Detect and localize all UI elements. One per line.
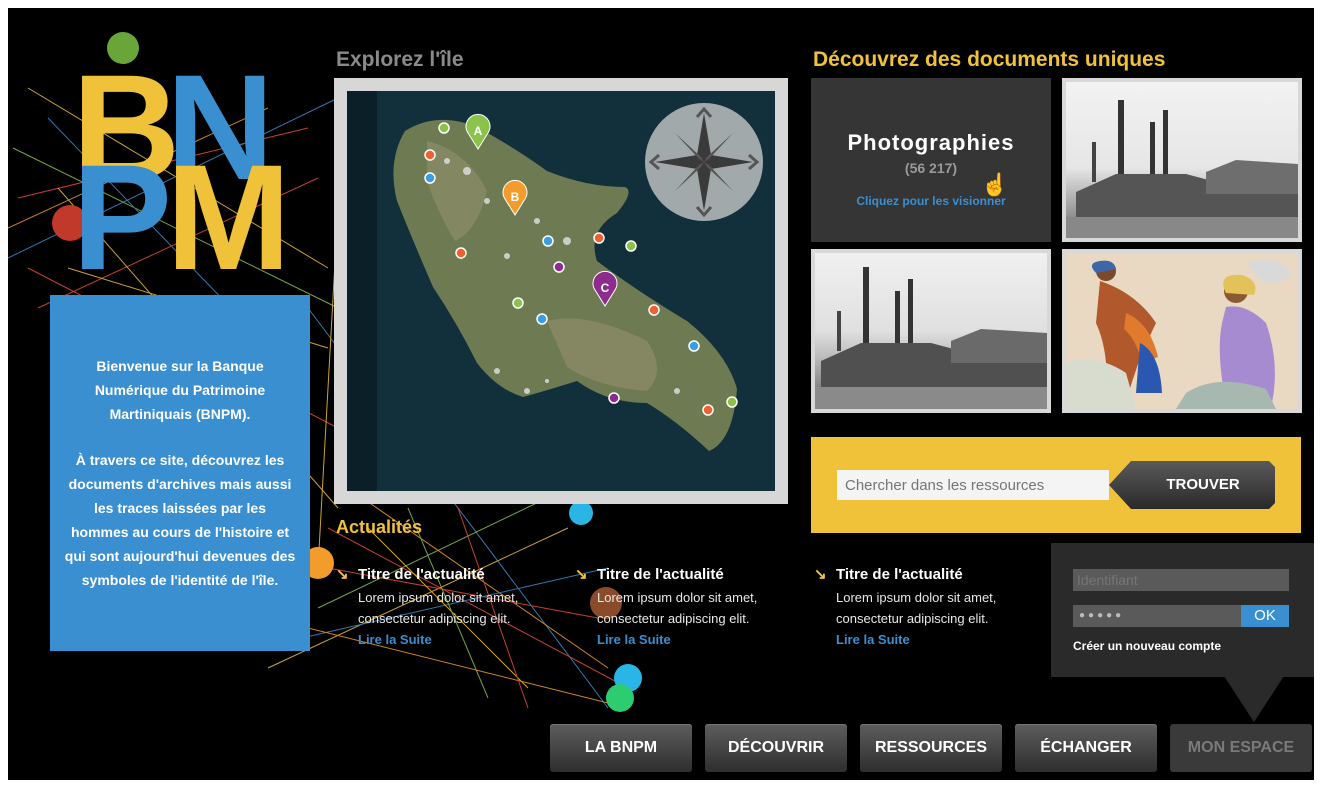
create-account-link[interactable]: Créer un nouveau compte <box>1073 639 1221 653</box>
news-item-1-title[interactable]: Titre de l'actualité <box>358 566 485 583</box>
document-tile-painting[interactable] <box>1062 249 1302 413</box>
compass-rose-icon[interactable] <box>645 103 763 221</box>
factory-photo-2 <box>815 253 1047 409</box>
page-canvas: B N P M Bienvenue sur la Banque Numériqu… <box>8 8 1314 780</box>
factory-photo-1 <box>1066 82 1298 238</box>
news-item-2-title[interactable]: Titre de l'actualité <box>597 566 724 583</box>
logo-letter-m: M <box>166 133 291 301</box>
document-tile-factory-1[interactable] <box>1062 78 1302 242</box>
document-tile-factory-2[interactable] <box>811 249 1051 413</box>
photographies-heading: Photographies <box>847 130 1015 155</box>
welcome-panel: Bienvenue sur la Banque Numérique du Pat… <box>50 295 310 651</box>
login-ok-button[interactable]: OK <box>1241 605 1289 627</box>
painting-women-laundry <box>1066 253 1298 409</box>
search-input[interactable] <box>837 470 1109 500</box>
photographies-cta-link[interactable]: Cliquez pour les visionner <box>811 194 1051 208</box>
explore-title: Explorez l'île <box>336 48 464 71</box>
nav-decouvrir[interactable]: DÉCOUVRIR <box>705 724 847 772</box>
nav-mon-espace[interactable]: MON ESPACE <box>1170 724 1312 772</box>
map-marker-c-label: C <box>601 281 610 295</box>
welcome-paragraph-2: À travers ce site, découvrez les documen… <box>64 452 296 588</box>
photographies-count: (56 217) <box>904 160 958 176</box>
deco-dot-cyan <box>569 501 593 525</box>
welcome-paragraph-1: Bienvenue sur la Banque Numérique du Pat… <box>94 358 266 422</box>
news-item-3-title[interactable]: Titre de l'actualité <box>836 566 963 583</box>
search-panel: TROUVER <box>811 437 1301 533</box>
photographies-tile[interactable]: Photographies (56 217) Cliquez pour les … <box>811 78 1051 242</box>
news-item-2-link[interactable]: Lire la Suite <box>575 629 795 651</box>
news-item-3-body: Lorem ipsum dolor sit amet, consectetur … <box>836 590 997 626</box>
island-map-frame: A B C <box>334 78 788 504</box>
password-field[interactable]: ●●●●● <box>1073 605 1241 627</box>
username-field[interactable] <box>1073 569 1289 591</box>
news-title: Actualités <box>336 517 423 537</box>
logo-letter-p: P <box>72 133 172 301</box>
news-item-1-body: Lorem ipsum dolor sit amet, consectetur … <box>358 590 519 626</box>
news-item-2-body: Lorem ipsum dolor sit amet, consectetur … <box>597 590 758 626</box>
arrow-down-right-icon: ↘ <box>336 566 349 583</box>
news-item-1: ↘ Titre de l'actualité Lorem ipsum dolor … <box>336 565 556 651</box>
nav-ressources[interactable]: RESSOURCES <box>860 724 1002 772</box>
news-item-3-link[interactable]: Lire la Suite <box>814 629 1034 651</box>
map-marker-a-label: A <box>474 124 483 138</box>
news-item-2: ↘ Titre de l'actualité Lorem ipsum dolor … <box>575 565 795 651</box>
island-map[interactable]: A B C <box>347 91 775 491</box>
nav-echanger[interactable]: ÉCHANGER <box>1015 724 1157 772</box>
hand-cursor-icon: ☝ <box>981 172 1009 197</box>
login-panel-pointer <box>1224 676 1284 722</box>
news-item-1-link[interactable]: Lire la Suite <box>336 629 556 651</box>
nav-la-bnpm[interactable]: LA BNPM <box>550 724 692 772</box>
search-button[interactable]: TROUVER <box>1109 461 1275 509</box>
arrow-down-right-icon: ↘ <box>575 566 588 583</box>
arrow-down-right-icon: ↘ <box>814 566 827 583</box>
search-button-label: TROUVER <box>1166 476 1240 493</box>
deco-dot-green-2 <box>606 684 634 712</box>
map-marker-b-label: B <box>511 190 520 204</box>
login-panel: ●●●●● OK Créer un nouveau compte <box>1051 543 1314 677</box>
news-item-3: ↘ Titre de l'actualité Lorem ipsum dolor … <box>814 565 1034 651</box>
discover-title: Découvrez des documents uniques <box>813 48 1166 71</box>
